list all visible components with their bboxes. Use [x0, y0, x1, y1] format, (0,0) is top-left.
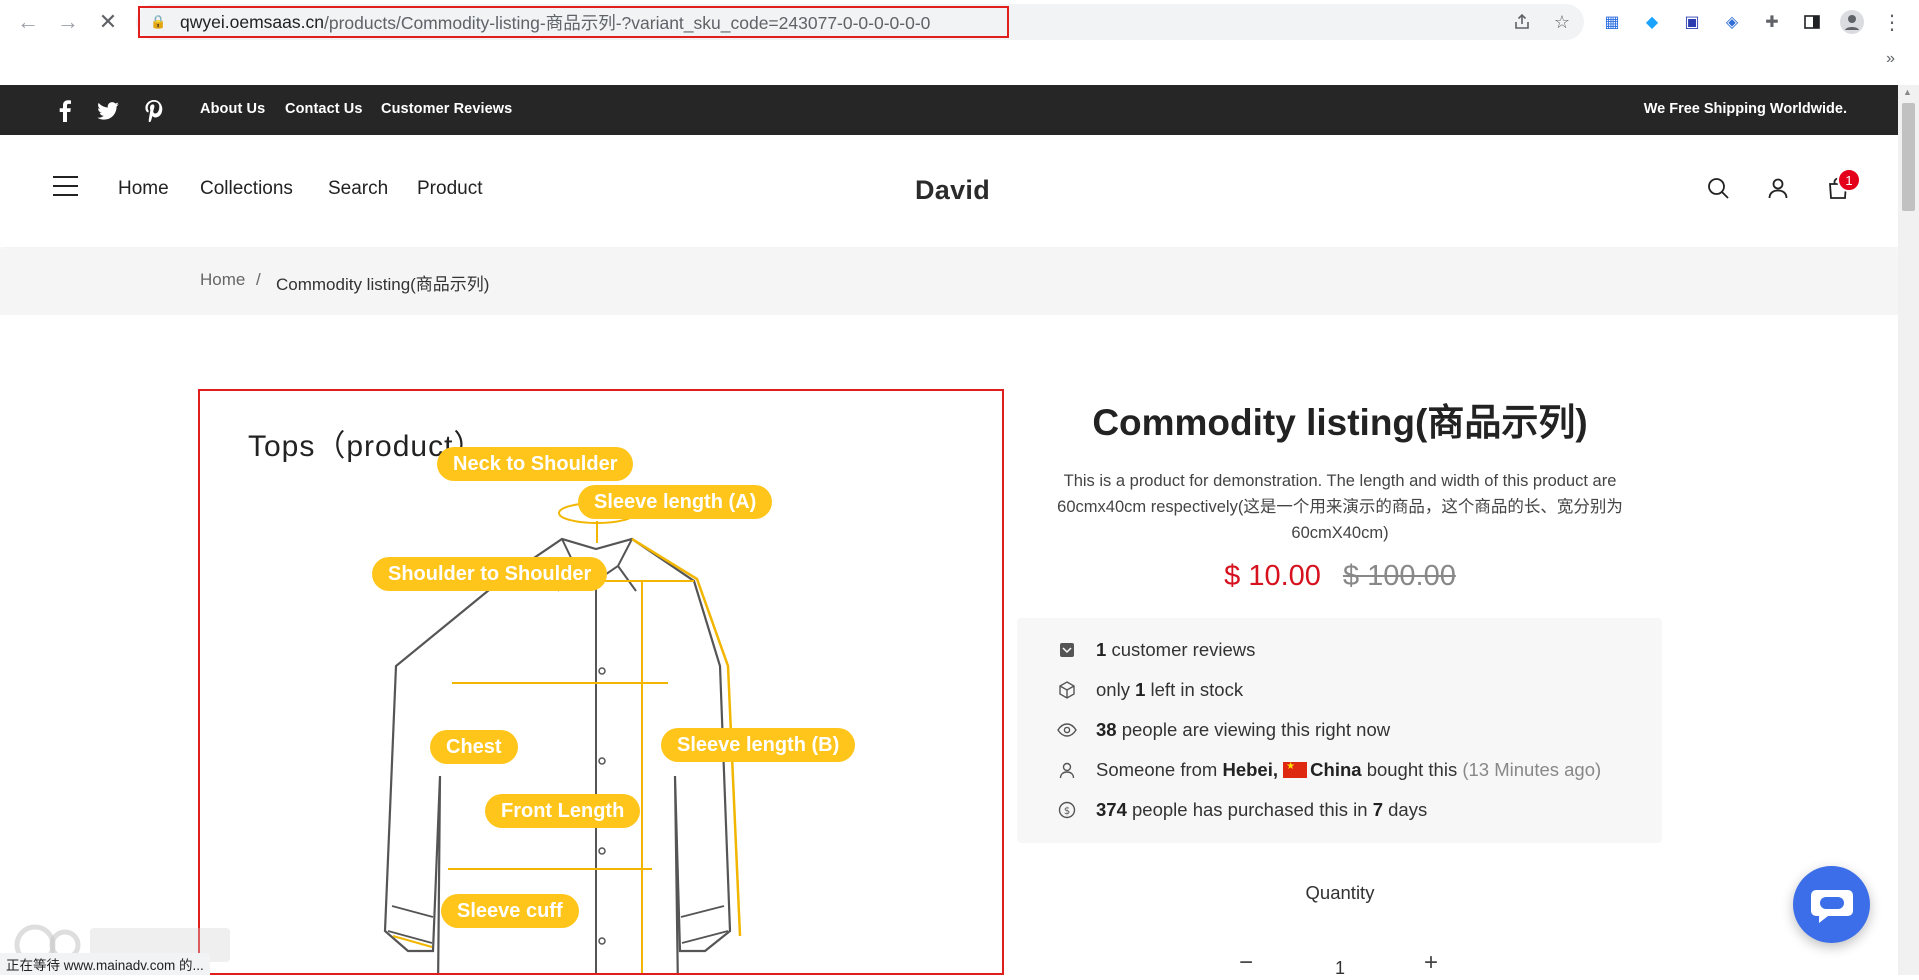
viewing-row: 38 people are viewing this right now [1057, 717, 1390, 743]
share-icon[interactable] [1510, 10, 1534, 34]
breadcrumb: Home / Commodity listing(商品示列) [0, 249, 1898, 315]
breadcrumb-separator: / [256, 270, 261, 290]
viewing-count: 38 [1096, 719, 1117, 741]
cart-count-badge: 1 [1837, 168, 1861, 192]
product-stats-box: 1 customer reviews only 1 left in stock … [1017, 618, 1662, 843]
purchased-row: $ 374 people has purchased this in 7 day… [1057, 797, 1427, 823]
someone-suffix: bought this [1367, 759, 1458, 781]
nav-home[interactable]: Home [118, 178, 169, 200]
price-row: $ 10.00 $ 100.00 [1020, 560, 1660, 593]
contact-us-link[interactable]: Contact Us [285, 101, 363, 117]
quantity-label: Quantity [1020, 882, 1660, 904]
page-scrollbar[interactable]: ▲ [1898, 85, 1919, 975]
live-chat-button[interactable] [1793, 866, 1870, 943]
svg-text:$: $ [1064, 806, 1070, 817]
announcement-bar: About Us Contact Us Customer Reviews We … [0, 85, 1898, 135]
url-host: qwyei.oemsaas.cn [180, 12, 324, 33]
label-sleeve-length-b: Sleeve length (B) [661, 728, 855, 762]
bookmark-star-icon[interactable]: ☆ [1550, 10, 1574, 34]
pinterest-icon[interactable] [141, 99, 167, 123]
stock-row: only 1 left in stock [1057, 677, 1243, 703]
purchased-text: people has purchased this in [1132, 799, 1368, 821]
product-image[interactable]: Tops（product） Neck to Shoulder Sleeve le… [198, 389, 1004, 975]
customer-reviews-link[interactable]: Customer Reviews [381, 101, 512, 117]
extensions-puzzle-icon[interactable]: ✚ [1760, 10, 1784, 34]
extension-shield-icon[interactable]: ◆ [1640, 10, 1664, 34]
stop-loading-icon[interactable]: ✕ [94, 8, 122, 36]
sale-price: $ 10.00 [1224, 560, 1321, 592]
quantity-input[interactable]: 1 [1330, 958, 1350, 979]
viewing-text: people are viewing this right now [1122, 719, 1390, 741]
label-shoulder-to-shoulder: Shoulder to Shoulder [372, 557, 607, 591]
forward-icon[interactable]: → [54, 8, 82, 36]
review-badge-icon [1057, 640, 1077, 660]
someone-prefix: Someone from [1096, 759, 1217, 781]
menu-hamburger-icon[interactable] [53, 176, 78, 196]
label-neck-to-shoulder: Neck to Shoulder [437, 447, 633, 481]
label-chest: Chest [430, 730, 518, 764]
about-us-link[interactable]: About Us [200, 101, 265, 117]
box-icon [1057, 680, 1077, 700]
twitter-icon[interactable] [95, 99, 121, 123]
quantity-increase-button[interactable]: + [1420, 950, 1442, 975]
site-header: Home Collections Search Product David 1 [0, 135, 1898, 247]
purchased-count: 374 [1096, 799, 1127, 821]
status-bar: 正在等待 www.mainadv.com 的... [0, 953, 210, 975]
back-icon[interactable]: ← [14, 8, 42, 36]
extension-translate-icon[interactable]: ▦ [1600, 10, 1624, 34]
someone-country: China [1310, 759, 1361, 781]
shipping-notice: We Free Shipping Worldwide. [1644, 101, 1847, 117]
recent-purchase-row: Someone from Hebei, China bought this (1… [1057, 757, 1601, 783]
stock-prefix: only [1096, 679, 1130, 701]
browser-chrome: ← → ✕ 🔒 qwyei.oemsaas.cn/products/Commod… [0, 0, 1919, 85]
lock-icon: 🔒 [150, 14, 170, 30]
product-title: Commodity listing(商品示列) [1020, 392, 1660, 446]
brand-logo[interactable]: David [915, 175, 990, 206]
reviews-count: 1 [1096, 639, 1106, 661]
search-icon[interactable] [1703, 173, 1733, 203]
product-description: This is a product for demonstration. The… [1030, 468, 1650, 546]
nav-search[interactable]: Search [328, 178, 388, 200]
someone-time: (13 Minutes ago) [1462, 759, 1601, 781]
label-sleeve-cuff: Sleeve cuff [441, 894, 579, 928]
nav-product[interactable]: Product [417, 178, 482, 200]
purchased-suffix: days [1388, 799, 1427, 821]
bookmarks-overflow-icon[interactable]: » [1886, 50, 1895, 68]
quantity-decrease-button[interactable]: − [1235, 950, 1257, 975]
account-icon[interactable] [1763, 173, 1793, 203]
chat-bubble-icon [1810, 886, 1854, 924]
purchased-days: 7 [1373, 799, 1383, 821]
extension-box-icon[interactable]: ▣ [1680, 10, 1704, 34]
url-field[interactable]: 🔒 qwyei.oemsaas.cn/products/Commodity-li… [138, 6, 1009, 38]
stock-suffix: left in stock [1151, 679, 1244, 701]
stock-count: 1 [1135, 679, 1145, 701]
scroll-thumb[interactable] [1902, 103, 1915, 211]
label-front-length: Front Length [485, 794, 640, 828]
scroll-up-icon[interactable]: ▲ [1903, 87, 1912, 97]
browser-menu-icon[interactable]: ⋮ [1880, 10, 1904, 34]
profile-avatar-icon[interactable] [1840, 10, 1864, 34]
someone-city: Hebei, [1222, 759, 1278, 781]
extension-graduation-icon[interactable]: ◈ [1720, 10, 1744, 34]
breadcrumb-current: Commodity listing(商品示列) [276, 270, 489, 295]
original-price: $ 100.00 [1343, 560, 1456, 592]
reviews-row[interactable]: 1 customer reviews [1057, 637, 1255, 663]
url-path: /products/Commodity-listing-商品示列-?varian… [324, 10, 930, 35]
china-flag-icon [1283, 762, 1307, 778]
label-sleeve-length-a: Sleeve length (A) [578, 485, 772, 519]
reviews-text: customer reviews [1111, 639, 1255, 661]
eye-icon [1057, 720, 1077, 740]
facebook-icon[interactable] [52, 99, 78, 123]
person-icon [1057, 760, 1077, 780]
dollar-circle-icon: $ [1057, 800, 1077, 820]
nav-collections[interactable]: Collections [200, 178, 293, 200]
breadcrumb-home[interactable]: Home [200, 270, 245, 290]
side-panel-icon[interactable] [1800, 10, 1824, 34]
